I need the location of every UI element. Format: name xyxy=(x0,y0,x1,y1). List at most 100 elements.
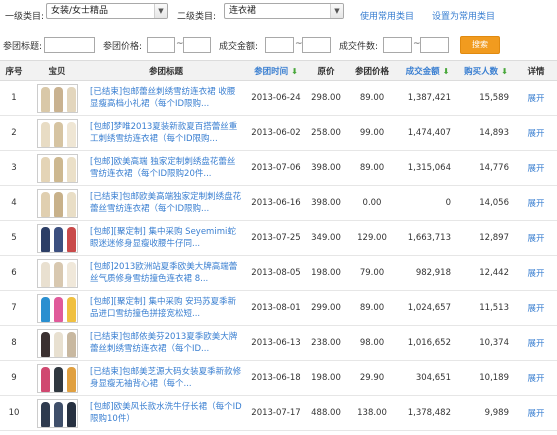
search-filter-bar: 参团标题: 参团价格: ~ 成交金额: ~ 成交件数: ~ 搜索 xyxy=(0,30,557,60)
original-price: 398.00 xyxy=(306,185,346,221)
original-price: 198.00 xyxy=(306,255,346,291)
header-detail: 详情 xyxy=(515,60,557,81)
expand-detail-link[interactable]: 展开 xyxy=(527,269,544,279)
product-image-figure xyxy=(53,226,63,252)
item-title-link[interactable]: [包邮]2013欧洲站夏季欧美大牌高端蕾丝气质修身雪纺撞色连衣裙 8... xyxy=(86,255,246,291)
original-price: 349.00 xyxy=(306,220,346,256)
product-image-figure xyxy=(40,191,50,217)
sales-amount: 1,378,482 xyxy=(398,395,457,431)
item-title-link[interactable]: [包邮]欧美高端 独家定制刺绣盘花蕾丝雪纺连衣裙（每个ID限购20件... xyxy=(86,150,246,186)
detail-cell: 展开 xyxy=(515,80,557,116)
item-title-link[interactable]: [已结束]包邮美芝源大码女装夏季新款修身显瘦无袖背心裙（每个... xyxy=(86,360,246,396)
group-time: 2013-08-01 xyxy=(246,290,306,326)
title-input[interactable] xyxy=(44,37,95,53)
sales-amount: 304,651 xyxy=(398,360,457,396)
item-title-link[interactable]: [已结束]包邮蕾丝刺绣雪纺连衣裙 收腰显瘦高档小礼裙（每个ID限购... xyxy=(86,80,246,116)
group-price: 138.00 xyxy=(346,395,398,431)
product-image[interactable] xyxy=(36,258,78,288)
group-price: 98.00 xyxy=(346,325,398,361)
product-image[interactable] xyxy=(36,223,78,253)
row-number: 10 xyxy=(0,395,28,431)
product-image[interactable] xyxy=(36,328,78,358)
count-min-input[interactable] xyxy=(383,37,412,53)
product-image[interactable] xyxy=(36,398,78,428)
count-max-input[interactable] xyxy=(420,37,449,53)
item-thumbnail-cell xyxy=(28,255,86,291)
sales-amount: 1,663,713 xyxy=(398,220,457,256)
amount-min-input[interactable] xyxy=(265,37,294,53)
expand-detail-link[interactable]: 展开 xyxy=(527,339,544,349)
product-image-figure xyxy=(53,401,63,427)
amount-max-input[interactable] xyxy=(302,37,331,53)
detail-cell: 展开 xyxy=(515,220,557,256)
table-row: 7 [包邮][聚定制] 集中采购 安玛苏夏季新品进口雪纺撞色拼接宽松短... 201… xyxy=(0,290,557,326)
product-image-figure xyxy=(66,366,76,392)
category2-label: 二级类目: xyxy=(177,12,217,22)
row-number: 9 xyxy=(0,360,28,396)
header-amount[interactable]: 成交金额 ⬇ xyxy=(398,60,457,81)
item-title-link[interactable]: [包邮][聚定制] 集中采购 Seyemimi蛇眼迷迷修身显瘦收腰牛仔同... xyxy=(86,220,246,256)
expand-detail-link[interactable]: 展开 xyxy=(527,94,544,104)
item-title-link[interactable]: [包邮][聚定制] 集中采购 安玛苏夏季新品进口雪纺撞色拼接宽松短... xyxy=(86,290,246,326)
detail-cell: 展开 xyxy=(515,150,557,186)
item-title-link[interactable]: [包邮]欧美风长款水洗牛仔长裙（每个ID限购10件） xyxy=(86,395,246,431)
count-label: 成交件数: xyxy=(339,42,379,52)
header-orig-price: 原价 xyxy=(306,60,346,81)
item-thumbnail-cell xyxy=(28,220,86,256)
set-common-category-link[interactable]: 设置为常用类目 xyxy=(432,9,495,22)
item-title-link[interactable]: [已结束]包邮欧美高端独家定制刺绣盘花蕾丝雪纺连衣裙（每个ID限购... xyxy=(86,185,246,221)
product-image-figure xyxy=(40,366,50,392)
product-image[interactable] xyxy=(36,118,78,148)
header-time[interactable]: 参团时间 ⬇ xyxy=(246,60,306,81)
expand-detail-link[interactable]: 展开 xyxy=(527,164,544,174)
product-image[interactable] xyxy=(36,293,78,323)
product-image-figure xyxy=(40,331,50,357)
original-price: 299.00 xyxy=(306,290,346,326)
original-price: 198.00 xyxy=(306,360,346,396)
results-body: 1 [已结束]包邮蕾丝刺绣雪纺连衣裙 收腰显瘦高档小礼裙（每个ID限购... 201… xyxy=(0,80,557,431)
detail-cell: 展开 xyxy=(515,325,557,361)
product-image-figure xyxy=(53,296,63,322)
item-thumbnail-cell xyxy=(28,80,86,116)
expand-detail-link[interactable]: 展开 xyxy=(527,304,544,314)
header-buyers[interactable]: 购买人数 ⬇ xyxy=(457,60,515,81)
sort-desc-icon: ⬇ xyxy=(442,66,450,76)
product-image[interactable] xyxy=(36,153,78,183)
chevron-down-icon: ▼ xyxy=(154,4,167,18)
group-price: 0.00 xyxy=(346,185,398,221)
item-title-link[interactable]: [包邮]梦唯2013夏装新款夏百搭蕾丝重工刺绣雪纺连衣裙（每个ID限购... xyxy=(86,115,246,151)
group-time: 2013-06-02 xyxy=(246,115,306,151)
product-image-figure xyxy=(53,331,63,357)
search-button[interactable]: 搜索 xyxy=(460,36,500,54)
price-max-input[interactable] xyxy=(183,37,211,53)
use-common-category-link[interactable]: 使用常用类目 xyxy=(360,9,414,22)
expand-detail-link[interactable]: 展开 xyxy=(527,409,544,419)
table-row: 10 [包邮]欧美风长款水洗牛仔长裙（每个ID限购10件） 2013-07-17 48… xyxy=(0,395,557,431)
product-image-figure xyxy=(40,401,50,427)
product-image[interactable] xyxy=(36,83,78,113)
price-min-input[interactable] xyxy=(147,37,175,53)
category1-select[interactable]: 女装/女士精品 ▼ xyxy=(46,3,168,19)
expand-detail-link[interactable]: 展开 xyxy=(527,234,544,244)
expand-detail-link[interactable]: 展开 xyxy=(527,374,544,384)
row-number: 4 xyxy=(0,185,28,221)
row-number: 5 xyxy=(0,220,28,256)
product-image-figure xyxy=(40,261,50,287)
product-image-figure xyxy=(53,86,63,112)
expand-detail-link[interactable]: 展开 xyxy=(527,199,544,209)
expand-detail-link[interactable]: 展开 xyxy=(527,129,544,139)
product-image[interactable] xyxy=(36,363,78,393)
item-thumbnail-cell xyxy=(28,185,86,221)
category2-select[interactable]: 连衣裙 ▼ xyxy=(224,3,344,19)
product-image-figure xyxy=(66,296,76,322)
product-image[interactable] xyxy=(36,188,78,218)
sales-amount: 1,016,652 xyxy=(398,325,457,361)
group-price: 79.00 xyxy=(346,255,398,291)
category-filter-bar: 一级类目: 女装/女士精品 ▼ 二级类目: 连衣裙 ▼ 使用常用类目 设置为常用… xyxy=(0,0,557,30)
original-price: 298.00 xyxy=(306,80,346,116)
item-title-link[interactable]: [已结束]包邮依美芬2013夏季欧美大牌蕾丝刺绣雪纺连衣裙（每个ID... xyxy=(86,325,246,361)
group-time: 2013-06-13 xyxy=(246,325,306,361)
product-image-figure xyxy=(40,226,50,252)
row-number: 2 xyxy=(0,115,28,151)
group-price: 89.00 xyxy=(346,150,398,186)
